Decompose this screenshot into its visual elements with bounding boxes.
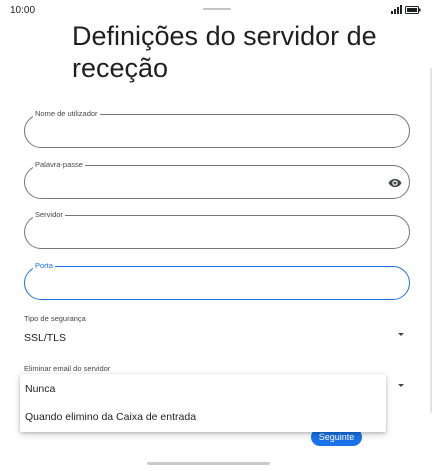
port-field[interactable]: Porta (24, 261, 410, 300)
security-type-label: Tipo de segurança (24, 314, 86, 323)
username-field[interactable]: Nome de utilizador (24, 109, 410, 148)
server-field[interactable]: Servidor (24, 210, 410, 249)
page-title: Definições do servidor de receção (72, 21, 377, 83)
server-label: Servidor (33, 210, 65, 220)
security-type-value: SSL/TLS (24, 332, 67, 344)
password-input[interactable] (37, 174, 367, 190)
menu-item-when-deleted-from-inbox[interactable]: Quando elimino da Caixa de entrada (20, 404, 386, 430)
status-time: 10:00 (10, 5, 36, 16)
delete-email-chevron-down-icon[interactable] (398, 384, 404, 387)
delete-email-label: Eliminar email do servidor (24, 364, 111, 373)
eye-icon[interactable] (388, 176, 402, 190)
username-input[interactable] (37, 123, 367, 139)
scrollbar[interactable] (430, 68, 432, 413)
password-field[interactable]: Palavra-passe (24, 160, 410, 199)
signal-icon (391, 5, 402, 14)
password-label: Palavra-passe (33, 160, 85, 170)
security-chevron-down-icon (398, 333, 404, 336)
status-icons (391, 5, 421, 14)
port-input[interactable] (37, 275, 367, 291)
screen: 10:00 Definições do servidor de receção … (0, 0, 434, 471)
username-label: Nome de utilizador (33, 109, 100, 119)
battery-icon (405, 5, 421, 14)
port-label: Porta (33, 261, 55, 271)
menu-item-never[interactable]: Nunca (20, 376, 386, 402)
delete-email-menu: Nunca Quando elimino da Caixa de entrada (20, 374, 386, 432)
server-input[interactable] (37, 224, 367, 240)
navigation-handle[interactable] (147, 462, 270, 465)
status-bar-handle (203, 8, 231, 10)
